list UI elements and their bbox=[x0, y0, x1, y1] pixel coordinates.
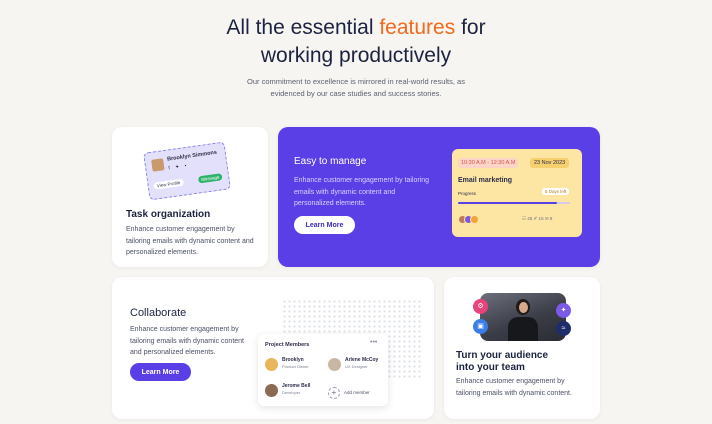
avatar bbox=[470, 215, 479, 224]
member-role: UX Designer bbox=[345, 364, 368, 369]
member-item: Arlene McCoy UX Designer bbox=[328, 356, 390, 374]
card-description: Enhance customer engagement by tailoring… bbox=[456, 378, 572, 397]
card-title: Turn your audience into your team bbox=[456, 350, 548, 374]
learn-more-button[interactable]: Learn More bbox=[130, 363, 191, 381]
avatar bbox=[328, 358, 341, 371]
section-heading: All the essential features for working p… bbox=[0, 14, 712, 70]
card-title: Easy to manage bbox=[294, 156, 367, 167]
subtitle-line1: Our commitment to excellence is mirrored… bbox=[247, 77, 465, 86]
social-icons: f ✦ • bbox=[168, 162, 189, 172]
profile-preview-card: Brooklyn Simmons f ✦ • View Profile Mess… bbox=[143, 141, 231, 201]
member-item: Brooklyn Product Owner bbox=[265, 356, 327, 374]
progress-bar bbox=[458, 202, 570, 204]
card-description: Enhance customer engagement by tailoring… bbox=[294, 177, 430, 207]
member-role: Product Owner bbox=[282, 364, 309, 369]
add-member-button[interactable]: + Add member bbox=[328, 386, 384, 400]
members-title: Project Members bbox=[265, 342, 310, 348]
easy-to-manage-card: Easy to manage Enhance customer engageme… bbox=[278, 127, 600, 267]
card-title: Task organization bbox=[126, 209, 211, 220]
subtitle-line2: evidenced by our case studies and succes… bbox=[270, 88, 442, 98]
learn-more-button[interactable]: Learn More bbox=[294, 216, 355, 234]
progress-label: Progress bbox=[458, 191, 477, 196]
heading-line2: working productively bbox=[260, 44, 452, 67]
turn-audience-card: ⚙ ✦ ▣ ≈ Turn your audience into your tea… bbox=[444, 277, 600, 419]
project-members-card: Project Members ••• Brooklyn Product Own… bbox=[258, 334, 388, 406]
view-profile-tag: View Profile bbox=[153, 178, 184, 190]
collaborate-card: Collaborate Enhance customer engagement … bbox=[112, 277, 434, 419]
card-title: Collaborate bbox=[130, 307, 187, 319]
member-item: Jerome Bell Developer bbox=[265, 382, 327, 400]
member-name: Brooklyn bbox=[282, 357, 304, 363]
photo-face bbox=[519, 302, 528, 313]
add-member-label: Add member bbox=[344, 390, 370, 395]
progress-bar-fill bbox=[458, 202, 557, 204]
wave-icon: ≈ bbox=[556, 321, 571, 336]
member-name: Arlene McCoy bbox=[345, 357, 379, 363]
message-tag: Message bbox=[197, 173, 223, 184]
title-line1: Turn your audience bbox=[456, 350, 549, 361]
section-subtitle: Our commitment to excellence is mirrored… bbox=[0, 76, 712, 99]
avatar bbox=[265, 384, 278, 397]
email-marketing-task-card: 10:30 A.M - 12:30 A.M 23 Nov 2023 Email … bbox=[452, 149, 582, 237]
settings-icon: ⚙ bbox=[473, 299, 488, 314]
profile-name: Brooklyn Simmons bbox=[166, 149, 218, 163]
heading-accent-word: features bbox=[379, 16, 456, 39]
task-organization-card: Brooklyn Simmons f ✦ • View Profile Mess… bbox=[112, 127, 268, 267]
grid-icon: ▣ bbox=[473, 319, 488, 334]
heading-text-part1: All the essential bbox=[226, 16, 380, 39]
task-time-badge: 10:30 A.M - 12:30 A.M bbox=[458, 158, 519, 168]
days-left-badge: 5 Days left bbox=[542, 188, 570, 195]
avatar bbox=[265, 358, 278, 371]
member-role: Developer bbox=[282, 390, 301, 395]
sparkle-icon: ✦ bbox=[556, 303, 571, 318]
woman-with-laptop-photo bbox=[480, 293, 566, 341]
title-line2: into your team bbox=[456, 362, 525, 373]
task-title: Email marketing bbox=[458, 177, 513, 184]
task-stats: ☷ 45 ✐ 15 ✉ 8 bbox=[522, 216, 553, 221]
more-menu-icon[interactable]: ••• bbox=[370, 339, 377, 346]
assignee-avatars bbox=[458, 215, 480, 224]
avatar bbox=[151, 158, 165, 172]
member-name: Jerome Bell bbox=[282, 383, 311, 389]
task-date-badge: 23 Nov 2023 bbox=[530, 158, 570, 168]
plus-icon: + bbox=[328, 387, 340, 399]
photo-body bbox=[508, 317, 538, 341]
card-description: Enhance customer engagement by tailoring… bbox=[130, 326, 244, 356]
heading-text-part2: for bbox=[455, 16, 486, 39]
card-description: Enhance customer engagement by tailoring… bbox=[126, 226, 254, 256]
